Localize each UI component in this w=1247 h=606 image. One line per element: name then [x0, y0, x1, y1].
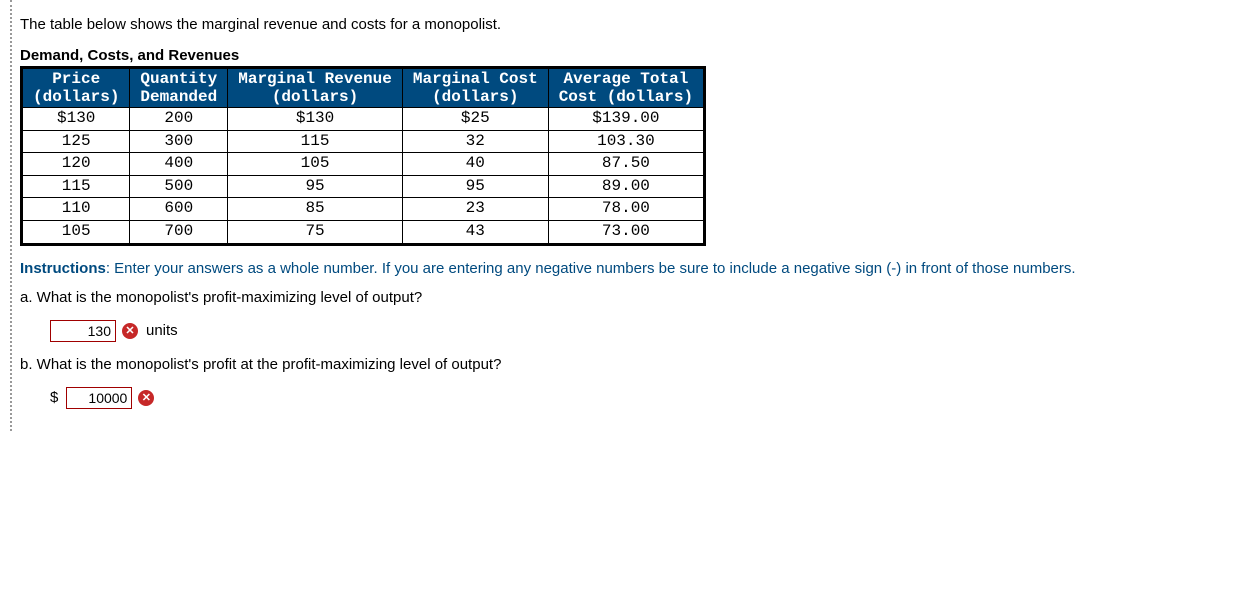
answer-a-input[interactable] [50, 320, 116, 342]
col-price: Price(dollars) [22, 68, 130, 108]
table-row: $130 200 $130 $25 $139.00 [22, 108, 705, 131]
table-row: 110 600 85 23 78.00 [22, 198, 705, 221]
question-b-text: b. What is the monopolist's profit at th… [20, 356, 1239, 373]
instructions-label: Instructions [20, 260, 106, 277]
col-mr: Marginal Revenue(dollars) [228, 68, 403, 108]
question-a-text: a. What is the monopolist's profit-maxim… [20, 289, 1239, 306]
incorrect-icon: ✕ [122, 323, 138, 339]
table-header-row: Price(dollars) QuantityDemanded Marginal… [22, 68, 705, 108]
instructions: Instructions: Enter your answers as a wh… [20, 260, 1239, 277]
table-title: Demand, Costs, and Revenues [20, 47, 1239, 64]
col-quantity: QuantityDemanded [130, 68, 228, 108]
incorrect-icon: ✕ [138, 390, 154, 406]
answer-b-row: $ ✕ [50, 387, 1239, 409]
answer-a-units: units [146, 322, 178, 339]
answer-b-input[interactable] [66, 387, 132, 409]
table-row: 125 300 115 32 103.30 [22, 130, 705, 153]
instructions-text: : Enter your answers as a whole number. … [106, 260, 1076, 277]
table-row: 120 400 105 40 87.50 [22, 153, 705, 176]
table-row: 105 700 75 43 73.00 [22, 220, 705, 244]
answer-a-row: ✕ units [50, 320, 1239, 342]
currency-symbol: $ [50, 389, 58, 406]
col-mc: Marginal Cost(dollars) [402, 68, 548, 108]
col-atc: Average TotalCost (dollars) [548, 68, 704, 108]
table-row: 115 500 95 95 89.00 [22, 175, 705, 198]
data-table: Price(dollars) QuantityDemanded Marginal… [20, 66, 706, 246]
intro-text: The table below shows the marginal reven… [20, 16, 1239, 33]
